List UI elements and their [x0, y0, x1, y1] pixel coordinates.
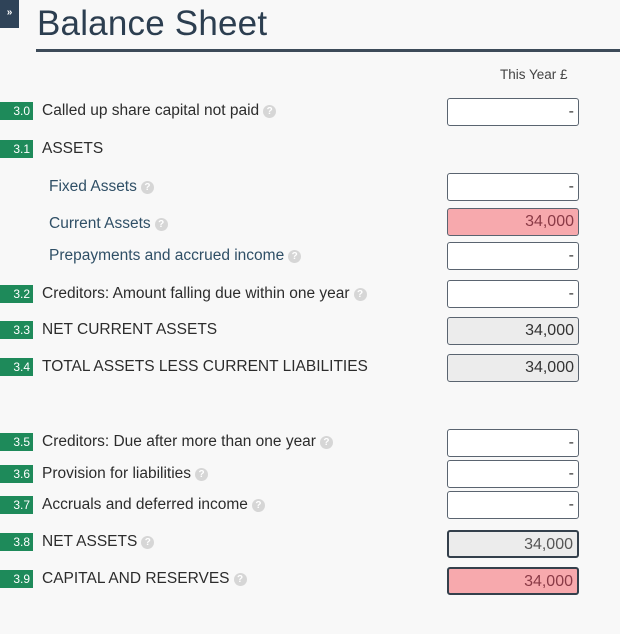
row-3-9: 3.9 CAPITAL AND RESERVES ?: [0, 567, 247, 591]
help-icon[interactable]: ?: [251, 498, 265, 512]
section-number-badge: 3.7: [0, 496, 33, 514]
row-current-assets: Current Assets ?: [0, 212, 168, 236]
row-3-4: 3.4 TOTAL ASSETS LESS CURRENT LIABILITIE…: [0, 355, 368, 379]
current-assets-input[interactable]: 34,000: [447, 208, 579, 236]
row-3-2: 3.2 Creditors: Amount falling due within…: [0, 282, 367, 306]
row-3-1: 3.1 ASSETS: [0, 137, 103, 161]
capital-and-reserves-value: 34,000: [447, 567, 579, 595]
row-label: Creditors: Due after more than one year: [42, 433, 316, 450]
row-label: NET CURRENT ASSETS: [42, 321, 218, 338]
row-label: Prepayments and accrued income: [49, 247, 285, 264]
row-3-5: 3.5 Creditors: Due after more than one y…: [0, 430, 333, 454]
help-icon[interactable]: ?: [233, 572, 247, 586]
help-icon[interactable]: ?: [319, 435, 333, 449]
help-icon[interactable]: ?: [195, 467, 209, 481]
row-3-0: 3.0 Called up share capital not paid ?: [0, 99, 277, 123]
help-icon[interactable]: ?: [141, 535, 155, 549]
help-icon[interactable]: ?: [288, 249, 302, 263]
prepayments-input[interactable]: -: [447, 242, 579, 270]
section-number-badge: 3.6: [0, 465, 33, 483]
row-3-3: 3.3 NET CURRENT ASSETS: [0, 318, 217, 342]
row-label: Current Assets: [49, 215, 151, 232]
page-title: Balance Sheet: [37, 4, 268, 43]
row-label: Creditors: Amount falling due within one…: [42, 285, 350, 302]
provision-for-liabilities-input[interactable]: -: [447, 460, 579, 488]
column-header-this-year: This Year £: [500, 67, 568, 82]
accruals-deferred-income-input[interactable]: -: [447, 491, 579, 519]
row-heading: ASSETS: [42, 140, 104, 157]
row-label: Called up share capital not paid: [42, 102, 260, 119]
section-number-badge: 3.3: [0, 321, 33, 339]
sidebar-toggle-button[interactable]: »: [0, 0, 19, 28]
section-number-badge: 3.8: [0, 533, 33, 551]
double-chevron-right-icon: »: [6, 7, 13, 18]
net-current-assets-value: 34,000: [447, 317, 579, 345]
section-number-badge: 3.4: [0, 358, 33, 376]
row-label: NET ASSETS: [42, 533, 138, 550]
row-label: Provision for liabilities: [42, 465, 192, 482]
row-3-7: 3.7 Accruals and deferred income ?: [0, 493, 265, 517]
creditors-after-one-year-input[interactable]: -: [447, 429, 579, 457]
section-number-badge: 3.1: [0, 140, 33, 158]
title-divider: [36, 49, 620, 52]
row-3-6: 3.6 Provision for liabilities ?: [0, 462, 209, 486]
fixed-assets-input[interactable]: -: [447, 173, 579, 201]
section-number-badge: 3.9: [0, 570, 33, 588]
creditors-within-one-year-input[interactable]: -: [447, 280, 579, 308]
help-icon[interactable]: ?: [353, 287, 367, 301]
section-number-badge: 3.0: [0, 102, 33, 120]
row-label: CAPITAL AND RESERVES: [42, 570, 230, 587]
help-icon[interactable]: ?: [263, 104, 277, 118]
help-icon[interactable]: ?: [140, 180, 154, 194]
row-prepayments: Prepayments and accrued income ?: [0, 244, 302, 268]
row-label: Fixed Assets: [49, 178, 137, 195]
row-label: Accruals and deferred income: [42, 496, 248, 513]
total-assets-less-current-liabilities-value: 34,000: [447, 354, 579, 382]
net-assets-value: 34,000: [447, 530, 579, 558]
section-number-badge: 3.5: [0, 433, 33, 451]
row-3-8: 3.8 NET ASSETS ?: [0, 530, 155, 554]
section-number-badge: 3.2: [0, 285, 33, 303]
row-label: TOTAL ASSETS LESS CURRENT LIABILITIES: [42, 358, 368, 375]
row-fixed-assets: Fixed Assets ?: [0, 175, 154, 199]
help-icon[interactable]: ?: [154, 217, 168, 231]
called-up-share-capital-input[interactable]: -: [447, 98, 579, 126]
